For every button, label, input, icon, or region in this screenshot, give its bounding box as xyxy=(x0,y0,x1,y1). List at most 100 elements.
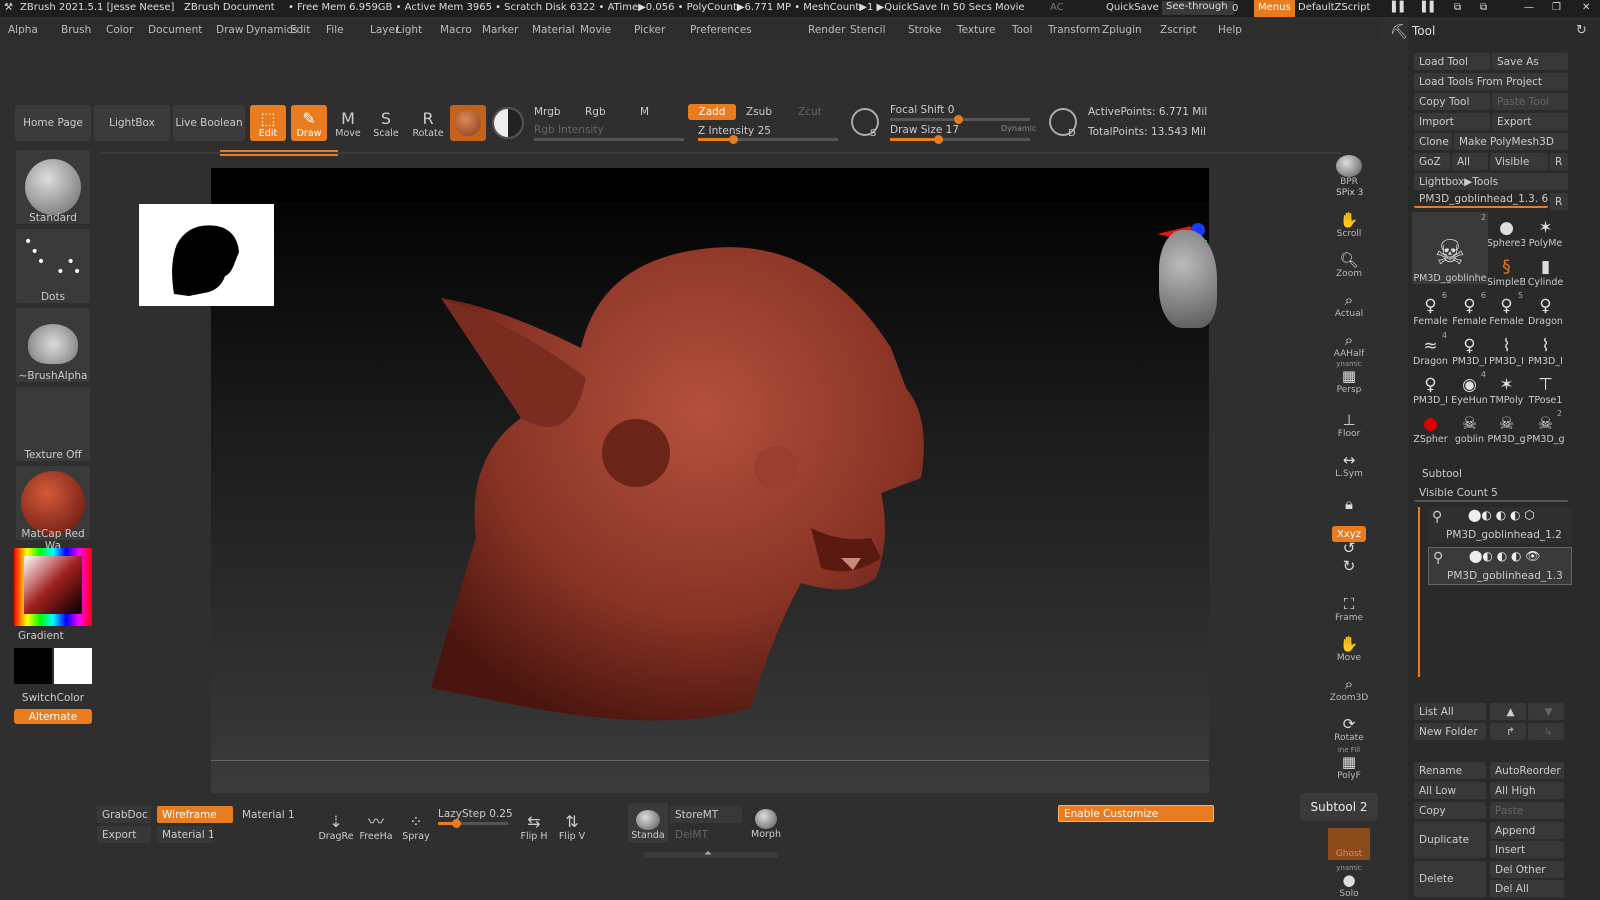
material-1-secondary-button[interactable]: Material 1 xyxy=(157,826,213,843)
move-up-icon[interactable]: ↱ xyxy=(1490,723,1526,740)
tool-tile[interactable]: ◉ EyeHun 4 xyxy=(1451,369,1488,406)
current-tool-r-button[interactable]: R xyxy=(1550,193,1568,210)
flip-h-button[interactable]: ⇆ Flip H xyxy=(516,808,552,844)
menu-light[interactable]: Light xyxy=(396,24,422,36)
quicksave-button[interactable]: QuickSave xyxy=(1106,2,1159,13)
append-button[interactable]: Append xyxy=(1490,822,1564,839)
tool-tile[interactable]: ● Sphere3 xyxy=(1488,212,1525,249)
window-icon[interactable]: ⧉ xyxy=(1454,2,1461,13)
scale-button[interactable]: S Scale xyxy=(368,105,404,141)
subtool-toggles-icon[interactable]: ⬤◐ ◐ ◐ 👁︎ xyxy=(1469,549,1541,563)
goz-button[interactable]: GoZ xyxy=(1414,153,1450,170)
mrgb-button[interactable]: Mrgb xyxy=(534,106,561,118)
list-all-button[interactable]: List All xyxy=(1414,703,1486,720)
tool-tile[interactable]: ♀ Female 6 xyxy=(1412,290,1449,327)
gradient-label[interactable]: Gradient xyxy=(14,630,92,642)
import-button[interactable]: Import xyxy=(1414,113,1490,130)
current-tool-slider[interactable]: PM3D_goblinhead_1.3. 62 xyxy=(1414,191,1548,208)
aahalf-button[interactable]: ⌕ AAHalf xyxy=(1328,324,1370,360)
layout2-icon[interactable]: ▐▐ xyxy=(1418,2,1433,13)
menu-material[interactable]: Material xyxy=(532,24,575,36)
duplicate-button[interactable]: Duplicate xyxy=(1414,822,1486,858)
m-button[interactable]: M xyxy=(640,106,649,118)
menu-marker[interactable]: Marker xyxy=(482,24,518,36)
live-boolean-button[interactable]: Live Boolean xyxy=(173,105,245,141)
menu-picker[interactable]: Picker xyxy=(634,24,665,36)
paste-button[interactable]: Paste xyxy=(1490,802,1564,819)
standard-brush-button[interactable]: Standa xyxy=(628,803,668,843)
export-button[interactable]: Export xyxy=(97,826,151,843)
lock-button[interactable]: 🔒︎ xyxy=(1328,478,1370,514)
tool-tile[interactable]: ♀ PM3D_I xyxy=(1451,330,1488,367)
menu-transform[interactable]: Transform xyxy=(1048,24,1100,36)
load-tool-button[interactable]: Load Tool xyxy=(1414,53,1490,70)
see-through-slider[interactable]: See-through 0 xyxy=(1162,1,1238,15)
lightbox-tools-button[interactable]: Lightbox▶Tools xyxy=(1414,173,1568,190)
solo-button[interactable]: ynamic ● Solo xyxy=(1328,864,1370,900)
zoom3d-button[interactable]: ⌕ Zoom3D xyxy=(1328,668,1370,704)
gizmo-head-icon[interactable] xyxy=(1159,230,1217,328)
lightbox-button[interactable]: LightBox xyxy=(94,105,170,141)
autoreorder-button[interactable]: AutoReorder xyxy=(1490,762,1564,779)
delete-button[interactable]: Delete xyxy=(1414,861,1486,897)
tool-tile[interactable]: ☠ goblin xyxy=(1451,408,1488,445)
clone-button[interactable]: Clone xyxy=(1414,133,1452,150)
tool-tile[interactable]: ● ZSpher xyxy=(1412,408,1449,445)
rotate-view-button[interactable]: ⟳ Rotate xyxy=(1328,708,1370,744)
focal-shift-label[interactable]: Focal Shift 0 xyxy=(890,104,954,116)
zcut-button[interactable]: Zcut xyxy=(798,106,822,118)
menu-movie[interactable]: Movie xyxy=(580,24,611,36)
rgb-button[interactable]: Rgb xyxy=(585,106,606,118)
goz-r-button[interactable]: R xyxy=(1550,153,1568,170)
menu-zscript[interactable]: Zscript xyxy=(1160,24,1196,36)
tool-tile[interactable]: ☠ PM3D_g 2 xyxy=(1527,408,1564,445)
spray-button[interactable]: ⁘ Spray xyxy=(396,808,436,844)
menu-texture[interactable]: Texture xyxy=(957,24,995,36)
del-all-button[interactable]: Del All xyxy=(1490,880,1564,897)
secondary-color-swatch[interactable] xyxy=(54,648,92,684)
subtool-header[interactable]: Subtool xyxy=(1422,468,1462,480)
alternate-button[interactable]: Alternate xyxy=(14,709,92,724)
insert-button[interactable]: Insert xyxy=(1490,841,1564,858)
subtool-toggles-icon[interactable]: ⬤◐ ◐ ◐ ⬡ xyxy=(1468,508,1535,522)
switchcolor-button[interactable]: SwitchColor xyxy=(14,690,92,705)
delmt-button[interactable]: DelMT xyxy=(670,826,742,843)
pin-icon[interactable]: ⛏ xyxy=(1390,24,1408,40)
move-button[interactable]: M Move xyxy=(330,105,366,141)
menu-alpha[interactable]: Alpha xyxy=(8,24,38,36)
lsym-button[interactable]: ↔ L.Sym xyxy=(1328,444,1370,480)
tool-tile[interactable]: ⊤ TPose1 xyxy=(1527,369,1564,406)
rename-button[interactable]: Rename xyxy=(1414,762,1486,779)
move-view-button[interactable]: ✋ Move xyxy=(1328,628,1370,664)
material-1-button[interactable]: Material 1 xyxy=(237,806,303,823)
menu-stencil[interactable]: Stencil xyxy=(850,24,886,36)
menu-tool[interactable]: Tool xyxy=(1012,24,1032,36)
polyf-button[interactable]: ine Fill ▦ PolyF xyxy=(1328,746,1370,782)
menu-edit[interactable]: Edit xyxy=(290,24,310,36)
ghost-button[interactable]: Ghost xyxy=(1328,828,1370,860)
export-button[interactable]: Export xyxy=(1492,113,1568,130)
grabdoc-button[interactable]: GrabDoc xyxy=(97,806,151,823)
subtool-item-2[interactable]: ⚲ ⬤◐ ◐ ◐ 👁︎ PM3D_goblinhead_1.3 xyxy=(1428,547,1572,585)
tool-tile[interactable]: ☠ PM3D_g xyxy=(1488,408,1525,445)
spix-label[interactable]: SPix 3 xyxy=(1336,188,1363,198)
subtool-scrollbar[interactable] xyxy=(1418,507,1420,677)
morph-button[interactable]: Morph xyxy=(747,806,785,842)
scroll-button[interactable]: ✋ Scroll xyxy=(1328,204,1370,240)
tool-tile[interactable]: ✶ TMPoly xyxy=(1488,369,1525,406)
arrow-down-icon[interactable]: ▼ xyxy=(1528,703,1564,720)
close-icon[interactable]: ✕ xyxy=(1582,2,1590,13)
draw-size-slider[interactable] xyxy=(890,135,1030,144)
collapse-arrow-icon[interactable]: ⏶ xyxy=(704,848,712,859)
actual-button[interactable]: ⌕ Actual xyxy=(1328,284,1370,320)
menus-toggle[interactable]: Menus xyxy=(1254,0,1295,17)
tool-tile[interactable]: ⌇ PM3D_I xyxy=(1527,330,1564,367)
z-intensity-slider[interactable] xyxy=(698,135,838,144)
zsub-button[interactable]: Zsub xyxy=(746,106,772,118)
tool-tile[interactable]: § SimpleB xyxy=(1488,251,1525,288)
draw-button[interactable]: ✎ Draw xyxy=(291,105,327,141)
rotate-button[interactable]: R Rotate xyxy=(410,105,446,141)
wireframe-button[interactable]: Wireframe xyxy=(157,806,233,823)
goz-all-button[interactable]: All xyxy=(1452,153,1488,170)
menu-color[interactable]: Color xyxy=(106,24,133,36)
